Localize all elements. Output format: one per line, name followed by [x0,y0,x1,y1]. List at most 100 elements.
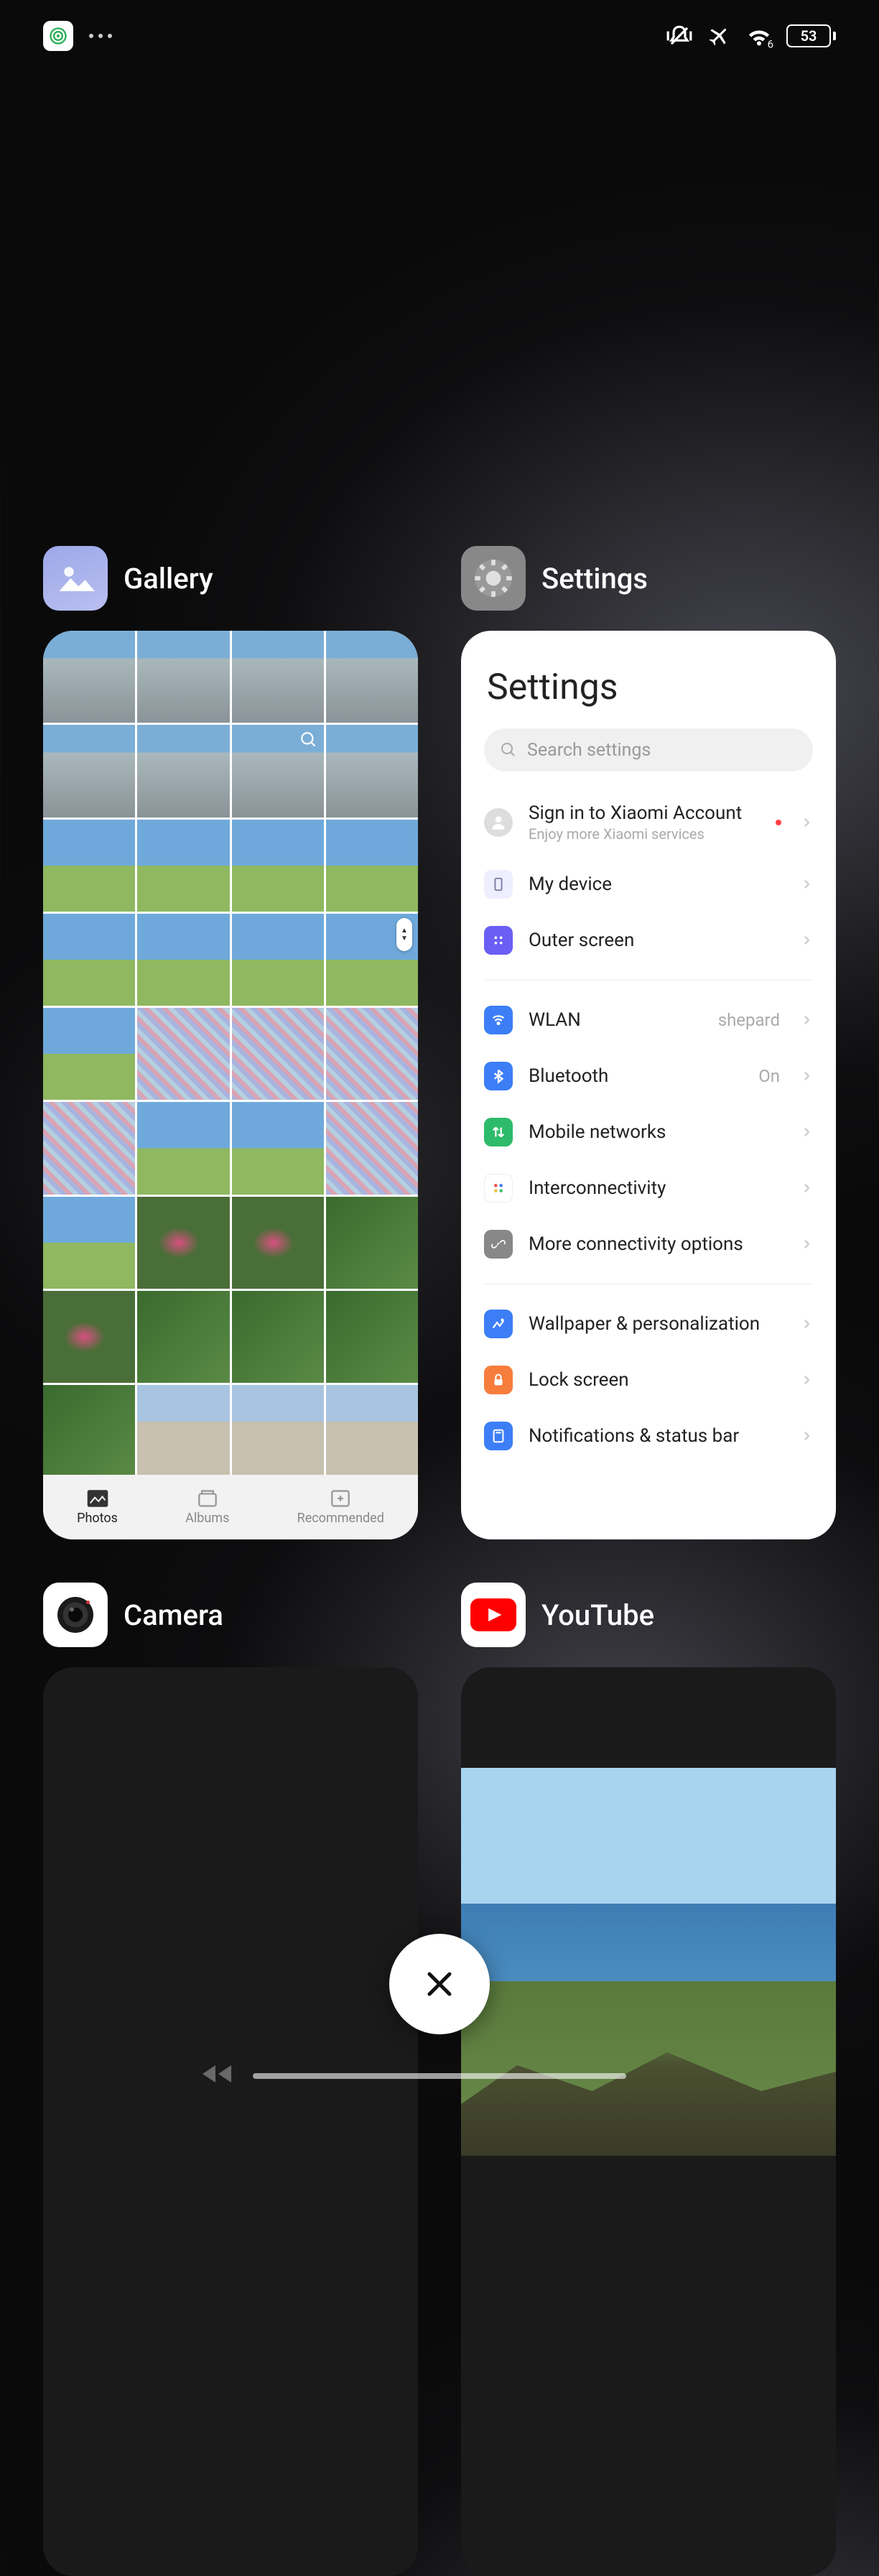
recent-card-gallery[interactable]: Gallery ▲▼ Photos [43,546,418,1539]
recent-apps-grid: Gallery ▲▼ Photos [43,546,836,2576]
search-placeholder: Search settings [527,740,651,761]
settings-list: Sign in to Xiaomi Account Enjoy more Xia… [484,789,813,1464]
thumb [326,1385,418,1477]
thumb [137,820,229,912]
gallery-preview[interactable]: ▲▼ Photos Albums Recommended [43,631,418,1539]
wallpaper-icon [484,1310,513,1338]
thumb [232,725,324,817]
thumb [43,914,135,1006]
camera-app-icon[interactable] [43,1583,108,1647]
row-mobile[interactable]: Mobile networks [484,1104,813,1160]
battery-indicator: 53 [786,24,836,47]
airplane-icon [706,23,732,49]
scroll-indicator[interactable]: ▲▼ [396,918,412,951]
thumb [137,1291,229,1383]
tab-recommended[interactable]: Recommended [297,1489,384,1526]
youtube-app-icon[interactable] [461,1583,526,1647]
settings-app-icon[interactable] [461,546,526,611]
thumb [232,631,324,723]
chevron-right-icon [800,878,813,891]
thumb [43,1385,135,1477]
recent-card-settings[interactable]: Settings Settings Search settings Sign i… [461,546,836,1539]
thumb [137,1008,229,1100]
home-indicator[interactable] [253,2073,626,2079]
video-frame [461,1768,836,2156]
row-value: shepard [718,1010,780,1030]
tab-albums[interactable]: Albums [185,1489,229,1526]
row-label: Mobile networks [529,1121,784,1143]
card-header: Settings [461,546,836,611]
gallery-app-icon[interactable] [43,546,108,611]
thumb [43,1197,135,1289]
chevron-right-icon [800,816,813,829]
search-icon [500,741,517,759]
lock-icon [484,1366,513,1394]
avatar-icon [484,808,513,837]
chevron-right-icon [800,1238,813,1251]
chevron-right-icon [800,1373,813,1386]
spiral-icon [48,26,68,46]
status-right: 6 53 [666,22,836,50]
thumb [232,914,324,1006]
notifications-icon [484,1422,513,1450]
row-outerscreen[interactable]: Outer screen [484,912,813,968]
chevron-right-icon [800,1014,813,1027]
recent-card-youtube[interactable]: YouTube [461,1583,836,2576]
row-notifications[interactable]: Notifications & status bar [484,1408,813,1464]
thumb [43,820,135,912]
svg-text:6: 6 [768,38,773,49]
card-header: YouTube [461,1583,836,1647]
status-app-icon[interactable] [43,21,73,51]
outer-screen-icon [484,926,513,955]
thumb [232,1102,324,1194]
thumb [43,631,135,723]
close-all-button[interactable] [389,1934,490,2034]
row-label: Outer screen [529,930,784,951]
settings-search[interactable]: Search settings [484,728,813,772]
row-bluetooth[interactable]: Bluetooth On [484,1048,813,1104]
row-mydevice[interactable]: My device [484,856,813,912]
interconn-icon [484,1174,513,1203]
thumb [137,725,229,817]
thumb [232,820,324,912]
nav-hint-icon [203,2063,238,2085]
thumb [43,1008,135,1100]
more-dots-icon[interactable] [89,34,112,38]
card-title: YouTube [541,1598,654,1632]
tab-photos[interactable]: Photos [77,1489,118,1526]
thumb [326,1008,418,1100]
divider [484,980,813,981]
chevron-right-icon [800,1070,813,1083]
thumb [326,1291,418,1383]
settings-heading: Settings [487,667,813,708]
row-more-connectivity[interactable]: More connectivity options [484,1216,813,1272]
youtube-icon [470,1598,516,1632]
albums-icon [196,1489,219,1508]
thumb [137,631,229,723]
chevron-right-icon [800,1126,813,1139]
row-wlan[interactable]: WLAN shepard [484,992,813,1048]
row-account[interactable]: Sign in to Xiaomi Account Enjoy more Xia… [484,789,813,856]
status-bar: 6 53 [0,0,879,72]
settings-preview[interactable]: Settings Search settings Sign in to Xiao… [461,631,836,1539]
row-label: Bluetooth [529,1065,743,1087]
row-label: Wallpaper & personalization [529,1313,784,1335]
thumb [137,1385,229,1477]
thumb [137,1197,229,1289]
card-header: Gallery [43,546,418,611]
camera-preview[interactable] [43,1667,418,2576]
tab-label: Photos [77,1511,118,1526]
row-lockscreen[interactable]: Lock screen [484,1352,813,1408]
row-interconnectivity[interactable]: Interconnectivity [484,1160,813,1216]
chevron-right-icon [800,1182,813,1195]
account-title: Sign in to Xiaomi Account [529,802,760,824]
thumb [326,725,418,817]
row-label: WLAN [529,1009,702,1031]
wifi-icon: 6 [745,23,773,49]
row-wallpaper[interactable]: Wallpaper & personalization [484,1296,813,1352]
device-icon [484,870,513,899]
mobile-icon [484,1118,513,1146]
card-title: Camera [124,1598,223,1632]
thumb [137,914,229,1006]
youtube-preview[interactable] [461,1667,836,2576]
